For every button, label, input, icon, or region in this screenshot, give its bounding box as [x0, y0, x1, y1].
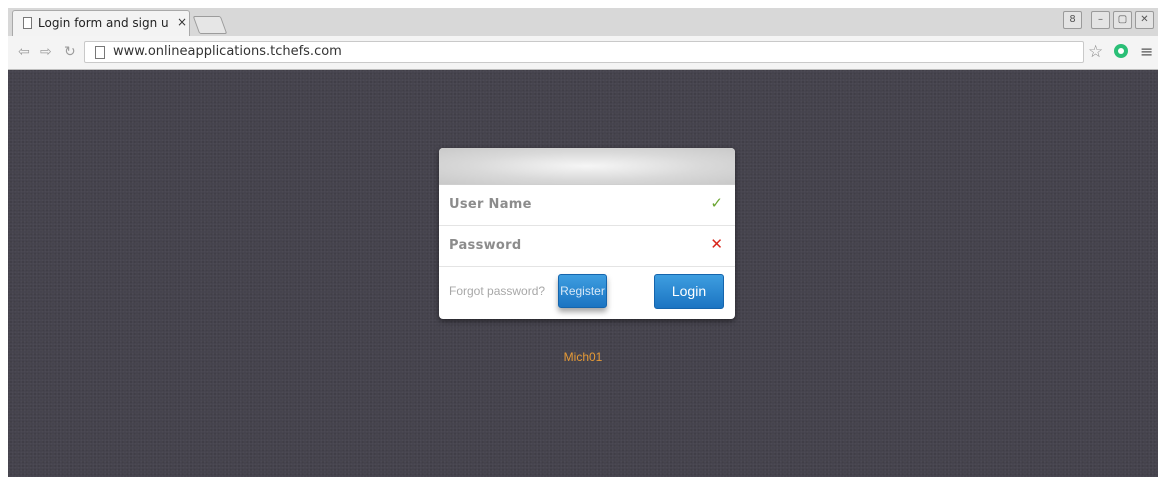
forward-icon[interactable]: ⇨	[40, 44, 52, 60]
profile-icon[interactable]: 8	[1063, 11, 1082, 29]
login-card-header	[439, 148, 735, 185]
menu-icon[interactable]: ≡	[1140, 42, 1153, 61]
register-button[interactable]: Register	[558, 274, 607, 308]
username-label: User Name	[449, 197, 532, 212]
url-text: www.onlineapplications.tchefs.com	[113, 44, 342, 59]
login-card: User Name ✓ Password ✕ Forgot password? …	[439, 148, 735, 319]
reload-icon[interactable]: ↻	[64, 44, 76, 60]
author-name: Mich01	[563, 350, 603, 364]
page-content: User Name ✓ Password ✕ Forgot password? …	[8, 70, 1158, 477]
page-icon	[23, 17, 32, 29]
extension-icon[interactable]	[1114, 44, 1128, 58]
back-icon[interactable]: ⇦	[18, 44, 30, 60]
tab-close-icon[interactable]: ×	[177, 15, 187, 29]
checkmark-icon: ✓	[710, 194, 723, 212]
close-window-button[interactable]: ✕	[1135, 11, 1154, 29]
address-bar[interactable]: www.onlineapplications.tchefs.com	[84, 41, 1084, 63]
tab-title: Login form and sign u	[38, 16, 168, 30]
password-label: Password	[449, 238, 522, 253]
browser-toolbar: ⇦ ⇨ ↻ www.onlineapplications.tchefs.com …	[8, 36, 1158, 70]
page-icon	[95, 46, 105, 59]
new-tab-button[interactable]	[192, 16, 228, 34]
window-controls: 8 – ▢ ✕	[1063, 11, 1154, 29]
login-button[interactable]: Login	[654, 274, 724, 309]
password-field[interactable]: Password ✕	[439, 226, 735, 267]
username-field[interactable]: User Name ✓	[439, 185, 735, 226]
browser-tab[interactable]: Login form and sign u ×	[12, 10, 190, 37]
minimize-button[interactable]: –	[1091, 11, 1110, 29]
login-card-footer: Forgot password? Register Login	[439, 267, 735, 319]
maximize-button[interactable]: ▢	[1113, 11, 1132, 29]
forgot-password-link[interactable]: Forgot password?	[449, 284, 545, 298]
cross-icon: ✕	[710, 235, 723, 253]
star-icon[interactable]: ☆	[1088, 42, 1103, 62]
browser-window: Login form and sign u × 8 – ▢ ✕ ⇦ ⇨ ↻ ww…	[8, 8, 1158, 477]
tab-strip: Login form and sign u × 8 – ▢ ✕	[8, 8, 1158, 37]
